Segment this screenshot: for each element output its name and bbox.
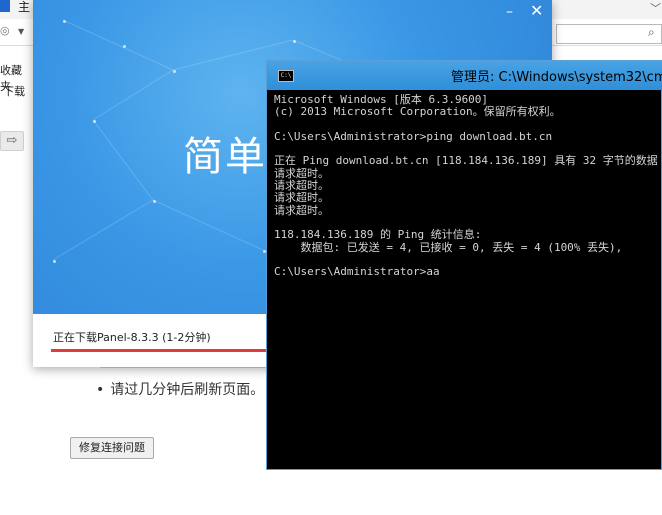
refresh-hint-text: 请过几分钟后刷新页面。 [110,382,265,398]
cmd-console-output[interactable]: Microsoft Windows [版本 6.3.9600] (c) 2013 … [274,94,659,278]
browser-tab-title[interactable]: 主 [18,0,30,15]
console-line: C:\Users\Administrator>aa [274,265,440,279]
cmd-title-bar[interactable]: C:\ 管理员: C:\Windows\system32\cmd [267,61,662,90]
dropdown-arrow-icon[interactable]: ▼ [18,27,24,36]
browser-icon [0,0,10,12]
download-status-text: 正在下载Panel-8.3.3 (1-2分钟) [53,331,211,344]
minimize-button[interactable]: – [506,4,513,20]
back-icon[interactable]: ◎ [0,24,14,40]
favorites-bar: 收藏夹 下载 [0,46,32,98]
download-label[interactable]: 下载 [3,83,25,99]
console-line: 118.184.136.189 的 Ping 统计信息: [274,228,482,242]
console-line: 请求超时。 [274,179,329,193]
installer-hero-title: 简单 [183,134,267,180]
fix-connection-button[interactable]: 修复连接问题 [70,437,154,459]
cmd-window: C:\ 管理员: C:\Windows\system32\cmd Microso… [266,60,662,470]
close-button[interactable]: ✕ [530,1,543,20]
cmd-app-icon[interactable]: C:\ [278,70,294,82]
list-item: • 请过几分钟后刷新页面。 [96,379,264,399]
chevron-down-icon[interactable]: ﹀ [650,0,661,16]
console-line: C:\Users\Administrator>ping download.bt.… [274,129,553,143]
forward-icon[interactable]: ⇨ [0,131,24,151]
console-line: 请求超时。 [274,166,329,180]
console-line: 请求超时。 [274,191,329,205]
browser-search-input[interactable] [556,24,662,44]
console-line: 数据包: 已发送 = 4, 已接收 = 0, 丢失 = 4 (100% 丢失), [274,240,623,254]
search-icon[interactable]: ⌕ [648,25,655,40]
cmd-window-title: 管理员: C:\Windows\system32\cmd [451,70,662,85]
bullet-icon: • [96,382,105,398]
cmd-scrollbar[interactable] [657,90,661,469]
console-line: 正在 Ping download.bt.cn [118.184.136.189]… [274,154,659,168]
console-line: (c) 2013 Microsoft Corporation。保留所有权利。 [274,105,561,119]
console-line: 请求超时。 [274,203,329,217]
download-progress-bar [51,349,300,352]
